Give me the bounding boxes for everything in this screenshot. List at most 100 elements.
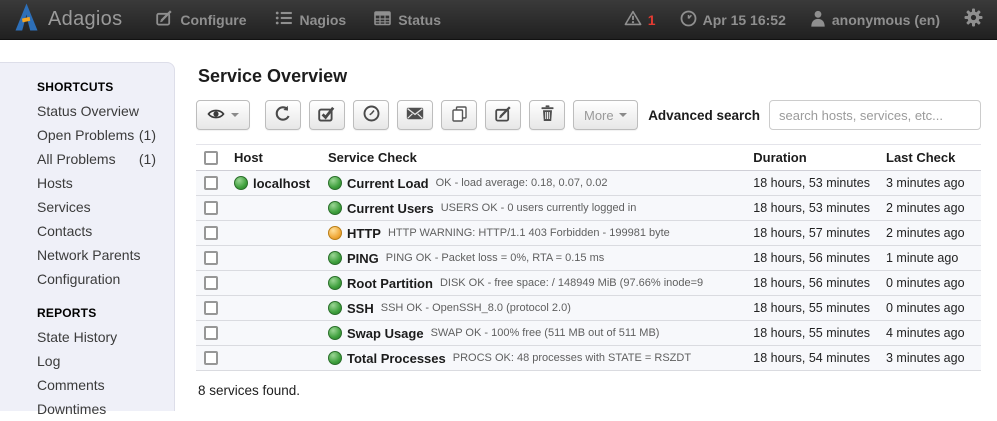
brand-name: Adagios [48, 8, 122, 31]
sidebar-item-label: Comments [37, 377, 105, 393]
more-button[interactable]: More [573, 100, 638, 130]
service-detail: SSH OK - OpenSSH_8.0 (protocol 2.0) [381, 302, 571, 314]
duration-cell: 18 hours, 54 minutes [745, 346, 878, 371]
row-checkbox[interactable] [204, 251, 218, 265]
service-name[interactable]: SSH [347, 301, 374, 316]
navbar-right: 1 Apr 15 16:52 anonymous (en) [624, 8, 983, 32]
toolbar: More Advanced search [196, 100, 981, 130]
chevron-down-icon [231, 113, 239, 117]
table-icon [374, 10, 391, 29]
alerts-indicator[interactable]: 1 [624, 10, 656, 29]
sidebar-item-contacts[interactable]: Contacts [0, 219, 174, 243]
row-checkbox[interactable] [204, 276, 218, 290]
sidebar-item-network-parents[interactable]: Network Parents [0, 243, 174, 267]
service-detail: DISK OK - free space: / 148949 MiB (97.6… [440, 277, 703, 289]
service-status-icon [328, 326, 342, 340]
table-row: PINGPING OK - Packet loss = 0%, RTA = 0.… [196, 246, 981, 271]
service-name[interactable]: Swap Usage [347, 326, 424, 341]
service-status-icon [328, 176, 342, 190]
last-check-cell: 2 minutes ago [878, 196, 981, 221]
host-name[interactable]: localhost [253, 176, 310, 191]
notify-button[interactable] [397, 100, 433, 130]
sidebar-item-label: All Problems [37, 151, 116, 167]
row-checkbox[interactable] [204, 326, 218, 340]
last-check-cell: 0 minutes ago [878, 271, 981, 296]
sidebar-item-label: Status Overview [37, 103, 139, 119]
sidebar-item-label: Configuration [37, 271, 120, 287]
brand[interactable]: Adagios [14, 3, 122, 36]
select-all-checkbox[interactable] [204, 151, 218, 165]
sidebar-item-label: Downtimes [37, 401, 106, 417]
sidebar-item-configuration[interactable]: Configuration [0, 267, 174, 291]
trash-icon [540, 105, 555, 125]
sidebar-item-label: State History [37, 329, 117, 345]
sidebar-item-state-history[interactable]: State History [0, 325, 174, 349]
service-name[interactable]: Current Load [347, 176, 429, 191]
edit-button[interactable] [485, 100, 521, 130]
last-check-cell: 4 minutes ago [878, 321, 981, 346]
delete-button[interactable] [529, 100, 565, 130]
row-checkbox[interactable] [204, 226, 218, 240]
service-name[interactable]: HTTP [347, 226, 381, 241]
sidebar: SHORTCUTS Status Overview Open Problems(… [0, 62, 175, 411]
last-check-cell: 3 minutes ago [878, 346, 981, 371]
sidebar-item-downtimes[interactable]: Downtimes [0, 397, 174, 421]
copy-button[interactable] [441, 100, 477, 130]
advanced-search-label: Advanced search [648, 108, 760, 123]
row-checkbox[interactable] [204, 301, 218, 315]
service-name[interactable]: Current Users [347, 201, 434, 216]
sidebar-item-status-overview[interactable]: Status Overview [0, 99, 174, 123]
sidebar-item-comments[interactable]: Comments [0, 373, 174, 397]
pencil-square-icon [156, 10, 173, 29]
user-icon [810, 10, 826, 30]
sidebar-item-hosts[interactable]: Hosts [0, 171, 174, 195]
service-name[interactable]: Total Processes [347, 351, 446, 366]
header-duration: Duration [745, 145, 878, 171]
acknowledge-button[interactable] [309, 100, 345, 130]
menu-configure[interactable]: Configure [156, 10, 246, 29]
duration-cell: 18 hours, 56 minutes [745, 271, 878, 296]
row-checkbox[interactable] [204, 201, 218, 215]
refresh-icon [274, 105, 292, 126]
sidebar-item-label: Network Parents [37, 247, 140, 263]
row-checkbox[interactable] [204, 176, 218, 190]
search-input[interactable] [769, 100, 981, 130]
table-row: HTTP HTTP WARNING: HTTP/1.1 403 Forbidden… [196, 221, 981, 246]
gear-icon [964, 8, 983, 32]
menu-nagios[interactable]: Nagios [275, 10, 347, 29]
sidebar-section-reports: REPORTS [0, 300, 174, 325]
service-status-icon [328, 276, 342, 290]
table-row: Swap UsageSWAP OK - 100% free (511 MB ou… [196, 321, 981, 346]
navbar-menus: Configure Nagios Status [156, 10, 441, 29]
page-title: Service Overview [198, 66, 981, 87]
adagios-logo-icon [14, 3, 39, 36]
clock-icon [363, 105, 380, 125]
row-checkbox[interactable] [204, 351, 218, 365]
service-table: Host Service Check Duration Last Check l… [196, 144, 981, 371]
datetime-indicator[interactable]: Apr 15 16:52 [680, 10, 786, 30]
list-icon [275, 10, 293, 29]
last-check-cell: 2 minutes ago [878, 221, 981, 246]
alert-count-badge: 1 [648, 12, 656, 28]
warning-triangle-icon [624, 10, 642, 29]
header-host: Host [226, 145, 320, 171]
service-name[interactable]: PING [347, 251, 379, 266]
header-last-check: Last Check [878, 145, 981, 171]
reschedule-button[interactable] [353, 100, 389, 130]
check-square-icon [318, 106, 336, 125]
user-menu[interactable]: anonymous (en) [810, 10, 940, 30]
sidebar-item-all-problems[interactable]: All Problems(1) [0, 147, 174, 171]
table-row: Root Partition DISK OK - free space: / 14… [196, 271, 981, 296]
sidebar-item-log[interactable]: Log [0, 349, 174, 373]
sidebar-item-open-problems[interactable]: Open Problems(1) [0, 123, 174, 147]
sidebar-item-label: Open Problems [37, 127, 134, 143]
menu-status[interactable]: Status [374, 10, 441, 29]
sidebar-item-services[interactable]: Services [0, 195, 174, 219]
service-status-icon [328, 301, 342, 315]
settings-button[interactable] [964, 8, 983, 32]
service-name[interactable]: Root Partition [347, 276, 433, 291]
view-dropdown-button[interactable] [196, 100, 250, 130]
refresh-button[interactable] [265, 100, 301, 130]
service-detail: HTTP WARNING: HTTP/1.1 403 Forbidden - 1… [388, 227, 670, 239]
service-status-icon [328, 201, 342, 215]
